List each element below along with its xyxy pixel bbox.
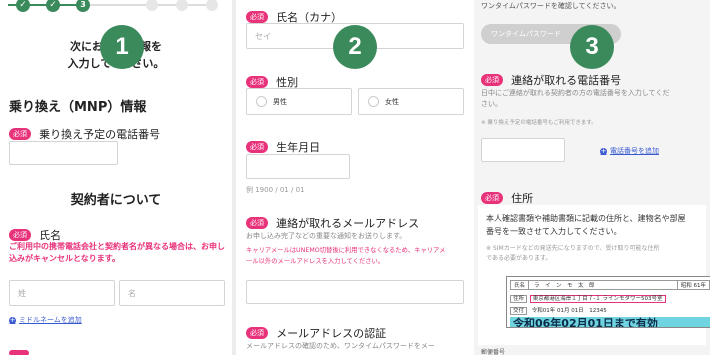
required-badge: 必須 (246, 75, 268, 88)
card-address-row: 住所 東京都港区海岸１丁目７-１ ラインモタワー503号室 (510, 294, 666, 303)
email-warning: キャリアメールはUNEMO切替後に利用できなくなるため、キャリアメ ール以外のメ… (246, 247, 446, 265)
last-name-input[interactable]: 姓 (9, 280, 115, 306)
phone-label: 連絡が取れる電話番号 (511, 74, 622, 87)
card-address-highlight: 東京都港区海岸１丁目７-１ ラインモタワー503号室 (529, 295, 666, 303)
required-badge: 必須 (246, 216, 268, 229)
mnp-phone-label-row: 必須 乗り換え予定の電話番号 (9, 123, 160, 142)
plus-icon: + (9, 315, 16, 324)
address-desc: 本人確認書類や補助書類に記載の住所と、建物名や部屋 番号を一致させて入力してくだ… (486, 214, 686, 236)
card-expiry-band: 令和06年02月01日まで有効 (510, 317, 710, 327)
marker-1: 1 (100, 25, 144, 69)
name-warning: ご利用中の携帯電話会社と契約者名が異なる場合は、お申し 込みがキャンセルとなりま… (9, 242, 225, 263)
step-1-check-icon: ✓ (16, 0, 30, 12)
next-section-peek (9, 350, 29, 355)
mnp-heading: 乗り換え（MNP）情報 (9, 100, 147, 115)
sample-id-card: 氏名 ラ イ ン モ 太 郎 昭和 61年 住所 東京都港区海岸１丁目７-１ ラ… (506, 276, 710, 328)
required-badge: 必須 (9, 228, 31, 241)
email-desc: お申し込み完了などの重要な通知をお送りします。 (246, 232, 407, 240)
mnp-phone-label: 乗り換え予定の電話番号 (39, 128, 161, 141)
phone-note: ※ 乗り換え予定の電話番号もご利用できます。 (481, 120, 597, 126)
radio-circle (368, 96, 379, 107)
sim-note: ※ SIMカードなどの発送先になりますので、受け取り可能な住所 である必要があり… (486, 245, 660, 262)
required-badge: 必須 (481, 191, 503, 204)
marker-2: 2 (333, 25, 377, 69)
phone-desc: 日中にご連絡が取れる契約者の方の電話番号を入力してくだ さい。 (481, 89, 670, 108)
step-5-indicator (176, 0, 188, 11)
required-badge: 必須 (246, 326, 268, 339)
birth-hint: 例 1900 / 01 / 01 (246, 186, 305, 194)
address-label-row: 必須 住所 (481, 187, 533, 206)
card-name-row: 氏名 ラ イ ン モ 太 郎 昭和 61年 (510, 280, 710, 290)
phone-input[interactable] (481, 138, 565, 162)
required-badge: 必須 (9, 127, 31, 140)
panel-personal-details: 必須 氏名（カナ） セイ 2 必須 性別 男性 女性 必須 生年月日 例 190… (236, 0, 474, 355)
mnp-phone-input[interactable] (9, 141, 118, 165)
gender-option-female[interactable]: 女性 (358, 88, 464, 115)
required-badge: 必須 (246, 140, 268, 153)
step-progress: ✓ ✓ 3 (0, 0, 232, 12)
marker-3: 3 (570, 25, 614, 69)
add-middle-name-link[interactable]: + ミドルネームを追加 (9, 315, 82, 325)
email-confirm-label-row: 必須 メールアドレスの認証 (246, 322, 386, 341)
address-label: 住所 (511, 192, 534, 205)
contractor-heading: 契約者について (70, 193, 162, 208)
email-input[interactable] (246, 280, 464, 304)
birth-label: 生年月日 (276, 141, 321, 154)
birth-label-row: 必須 生年月日 (246, 136, 320, 155)
step-3-indicator: 3 (76, 0, 90, 12)
step-2-check-icon: ✓ (46, 0, 60, 12)
postal-label: 郵便番号 (481, 349, 506, 355)
birth-date-input[interactable] (246, 154, 350, 179)
first-name-input[interactable]: 名 (119, 280, 225, 306)
radio-circle (256, 96, 267, 107)
plus-icon: + (600, 146, 607, 155)
required-badge: 必須 (246, 10, 268, 23)
gender-option-male[interactable]: 男性 (246, 88, 352, 115)
email-confirm-desc: メールアドレスの確認のため、ワンタイムパスワードをメー (246, 342, 435, 350)
email-label: 連絡が取れるメールアドレス (276, 217, 420, 230)
email-label-row: 必須 連絡が取れるメールアドレス (246, 212, 419, 231)
step-6-indicator (206, 0, 218, 11)
card-issue-row: 交付 令和01年 01月 01日 12345 (510, 306, 607, 315)
phone-label-row: 必須 連絡が取れる電話番号 (481, 69, 621, 88)
email-confirm-label: メールアドレスの認証 (276, 327, 387, 340)
required-badge: 必須 (481, 73, 503, 86)
step-4-indicator (146, 0, 158, 11)
panel-customer-info: ✓ ✓ 3 次にお 情報を 入力して さい。 1 乗り換え（MNP）情報 必須 乗り… (0, 0, 232, 355)
add-phone-link[interactable]: + 電話番号を追加 (600, 146, 659, 156)
otp-desc: ワンタイムパスワードを確認してください。 (481, 2, 621, 10)
panel-contact-address: ワンタイムパスワードを確認してください。 ワンタイムパスワード 3 必須 連絡が… (474, 0, 710, 355)
